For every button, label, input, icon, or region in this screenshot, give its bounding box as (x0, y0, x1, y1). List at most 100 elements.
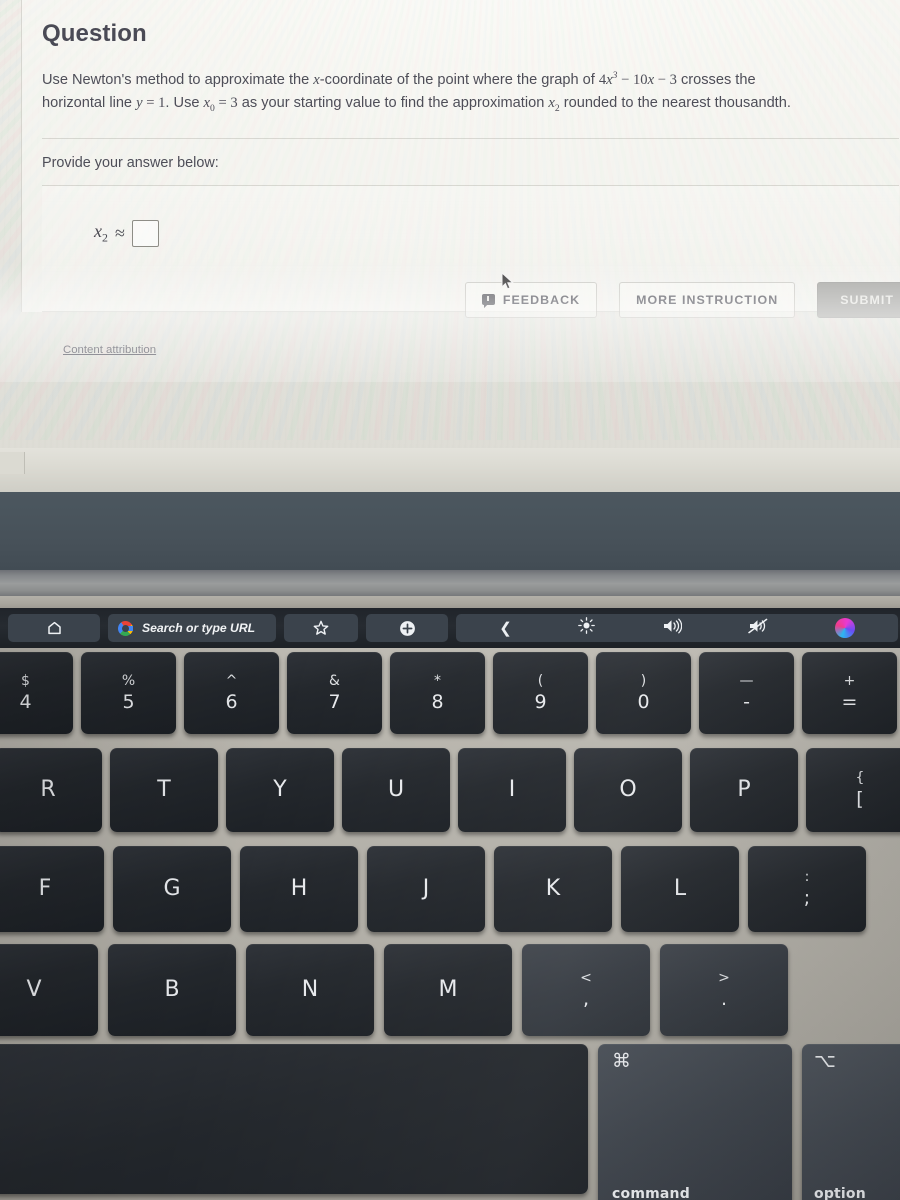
more-instruction-button[interactable]: MORE INSTRUCTION (619, 281, 796, 318)
key-,[interactable]: <, (522, 944, 650, 1036)
key-top-legend: — (739, 673, 754, 689)
answer-variable-letter: x (94, 220, 102, 241)
key-4[interactable]: $4 (0, 652, 73, 734)
laptop-bezel: MacBook Pro (0, 492, 900, 1044)
question-line1-post: crosses the (676, 71, 756, 88)
key-T[interactable]: T (110, 748, 218, 832)
equation-x0-value: = 3 (214, 94, 238, 111)
question-text: Use Newton's method to approximate the x… (42, 64, 880, 120)
option-key[interactable]: ⌥ option (802, 1044, 900, 1200)
key-top-legend: : (804, 869, 810, 885)
key-7[interactable]: & 7 (287, 652, 382, 734)
feedback-button-label: FEEDBACK (502, 292, 581, 307)
key-N[interactable]: N (246, 944, 374, 1036)
siri-icon[interactable] (834, 618, 855, 638)
touchbar-url-field[interactable]: Search or type URL (108, 614, 276, 642)
touchbar-newtab-button[interactable] (366, 614, 448, 642)
key-G[interactable]: G (113, 846, 231, 932)
key-bottom-legend: 9 (534, 691, 547, 713)
key--[interactable]: — - (699, 652, 794, 734)
key-F[interactable]: F (0, 846, 104, 932)
keyboard-row-qwerty: R T Y U I O P {[ (0, 748, 900, 832)
key-legend: P (737, 777, 751, 802)
key-symbol-legend: ⌥ (814, 1050, 836, 1072)
key-J[interactable]: J (367, 846, 485, 932)
brightness-icon[interactable] (578, 617, 596, 639)
key-top-legend: < (580, 970, 592, 986)
touchbar-url-placeholder: Search or type URL (142, 621, 256, 635)
key-bottom-legend: = (841, 691, 858, 713)
key-R[interactable]: R (0, 748, 102, 832)
key-H[interactable]: H (240, 846, 358, 932)
equation-y-value: = 1 (142, 94, 166, 111)
key-bottom-legend: . (720, 988, 728, 1010)
approx-symbol: ≈ (114, 222, 125, 243)
key-bottom-legend: 8 (431, 691, 444, 713)
key-5[interactable]: % 5 (81, 652, 176, 734)
answer-input[interactable] (131, 219, 159, 247)
key-P[interactable]: P (690, 748, 798, 832)
key-top-legend: % (121, 673, 136, 689)
screen-left-edge (0, 452, 25, 474)
key-.[interactable]: >. (660, 944, 788, 1036)
key-name-legend: option (814, 1186, 866, 1200)
key-6[interactable]: ^ 6 (184, 652, 279, 734)
key-[[interactable]: {[ (806, 748, 900, 832)
touchbar-bookmark-button[interactable] (284, 614, 358, 642)
home-icon (47, 621, 61, 635)
content-attribution-link[interactable]: Content attribution (63, 344, 156, 356)
keyboard-row-home: F G H J K L:; (0, 846, 866, 932)
key-bottom-legend: ; (803, 887, 811, 909)
space-key[interactable] (0, 1044, 588, 1194)
key-bottom-legend: 7 (328, 691, 341, 713)
key-;[interactable]: :; (748, 846, 866, 932)
key-legend: G (163, 876, 181, 901)
key-L[interactable]: L (621, 846, 739, 932)
key-9[interactable]: (9 (493, 652, 588, 734)
back-chevron-icon[interactable]: ❮ (499, 621, 512, 636)
key-V[interactable]: V (0, 944, 98, 1036)
key-=[interactable]: + = (802, 652, 897, 734)
key-top-legend: $ (21, 673, 30, 689)
key-top-legend: > (718, 970, 730, 986)
command-key[interactable]: ⌘ command (598, 1044, 792, 1200)
key-top-legend: & (329, 673, 340, 689)
more-instruction-button-label: MORE INSTRUCTION (636, 292, 779, 307)
volume-up-icon[interactable] (662, 618, 683, 639)
feedback-button[interactable]: FEEDBACK (464, 281, 598, 318)
key-U[interactable]: U (342, 748, 450, 832)
key-K[interactable]: K (494, 846, 612, 932)
answer-expression: x2 ≈ (94, 219, 159, 247)
key-legend: O (619, 777, 637, 802)
laptop-screen: Question Use Newton's method to approxim… (0, 0, 900, 492)
key-legend: U (387, 777, 405, 802)
touchbar-home-button[interactable] (8, 614, 100, 642)
key-top-legend: ) (640, 673, 647, 689)
key-B[interactable]: B (108, 944, 236, 1036)
key-legend: F (38, 876, 52, 901)
key-O[interactable]: O (574, 748, 682, 832)
key-8[interactable]: * 8 (390, 652, 485, 734)
photo-of-laptop-screen: Question Use Newton's method to approxim… (0, 0, 900, 1200)
key-legend: R (40, 777, 56, 802)
mute-icon[interactable] (748, 618, 768, 639)
key-legend: V (26, 977, 42, 1002)
divider (42, 137, 899, 139)
key-M[interactable]: M (384, 944, 512, 1036)
answer-area: x2 ≈ FEEDBACK MORE INSTRUCTION SUBMIT (42, 184, 900, 318)
submit-button[interactable]: SUBMIT (501, 271, 900, 318)
key-top-legend: { (855, 770, 865, 786)
key-top-legend: + (843, 673, 856, 689)
key-legend: H (290, 876, 308, 901)
touch-bar[interactable]: Search or type URL ❮ (0, 608, 900, 648)
key-bottom-legend: 4 (19, 691, 32, 713)
key-legend: T (157, 777, 171, 802)
key-Y[interactable]: Y (226, 748, 334, 832)
key-bottom-legend: , (582, 988, 590, 1010)
keyboard-row-modifiers: ⌘ command ⌥ option (0, 1044, 900, 1200)
question-line1-mid: -coordinate of the point where the graph… (319, 71, 599, 88)
touchbar-system-controls[interactable]: ❮ (456, 614, 898, 642)
key-top-legend: ( (537, 673, 544, 689)
key-I[interactable]: I (458, 748, 566, 832)
key-0[interactable]: ) 0 (596, 652, 691, 734)
